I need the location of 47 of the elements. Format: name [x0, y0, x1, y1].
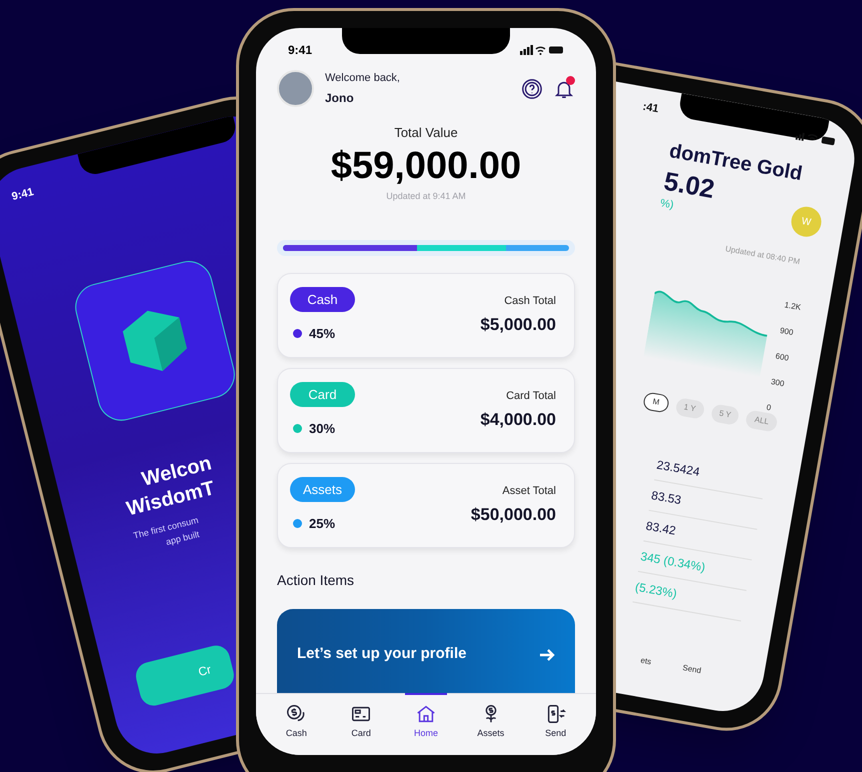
- tab-bar-item[interactable]: Send: [534, 692, 577, 755]
- account-card[interactable]: Cash 45% Cash Total $5,000.00: [277, 272, 575, 358]
- price-change: %): [658, 197, 675, 214]
- asset-badge: W: [788, 204, 824, 240]
- account-pill: Cash: [290, 286, 355, 312]
- arrow-right-icon: [539, 648, 555, 662]
- axis-label: 300: [770, 376, 786, 390]
- avatar: [277, 70, 314, 107]
- total-label: Total Value: [394, 124, 458, 142]
- tab-bar-item[interactable]: Cash: [275, 692, 318, 755]
- total-label: Asset Total: [502, 484, 556, 498]
- account-total: $50,000.00: [470, 504, 556, 526]
- updated-time: Updated at 08:40 PM: [724, 243, 801, 268]
- account-card[interactable]: Assets 25% Asset Total $50,000.00: [277, 462, 575, 548]
- range-tab[interactable]: M: [642, 391, 670, 414]
- welcome-subtitle: app built: [164, 528, 201, 549]
- profile-banner[interactable]: Let’s set up your profile: [277, 608, 575, 692]
- banner-text: Let’s set up your profile: [297, 644, 466, 664]
- total-value: $59,000.00: [330, 144, 522, 188]
- total-label: Card Total: [506, 388, 556, 404]
- account-total: $4,000.00: [480, 409, 556, 431]
- status-time: 9:41: [10, 185, 36, 206]
- tab-bar-item[interactable]: Card: [340, 692, 382, 755]
- updated-time: Updated at 9:41 AM: [386, 190, 466, 203]
- total-label: Cash Total: [504, 294, 556, 308]
- notification-bell[interactable]: [553, 78, 575, 100]
- axis-label: 600: [774, 350, 790, 365]
- percent: 30%: [309, 420, 336, 438]
- section-title: Action Items: [276, 570, 356, 590]
- axis-label: 1.2K: [783, 299, 802, 314]
- tab-bar-item[interactable]: ets: [640, 654, 652, 668]
- status-time: 9:41: [288, 42, 312, 59]
- account-pill: Assets: [290, 476, 355, 502]
- account-card[interactable]: Card 30% Card Total $4,000.00: [277, 368, 575, 452]
- tab-bar-item[interactable]: Home: [404, 692, 447, 755]
- help-icon[interactable]: [521, 78, 543, 100]
- tab-bar-item[interactable]: Send: [682, 662, 702, 678]
- percent: 25%: [309, 514, 336, 533]
- tab-bar-item[interactable]: Assets: [470, 692, 512, 755]
- status-icons: [520, 45, 564, 55]
- axis-label: 900: [778, 324, 795, 340]
- status-time: :41: [641, 100, 660, 118]
- account-total: $5,000.00: [480, 314, 556, 336]
- percent: 45%: [309, 324, 336, 343]
- greeting: Welcome back,: [325, 71, 400, 86]
- account-pill: Card: [290, 382, 355, 407]
- user-name: Jono: [325, 90, 355, 107]
